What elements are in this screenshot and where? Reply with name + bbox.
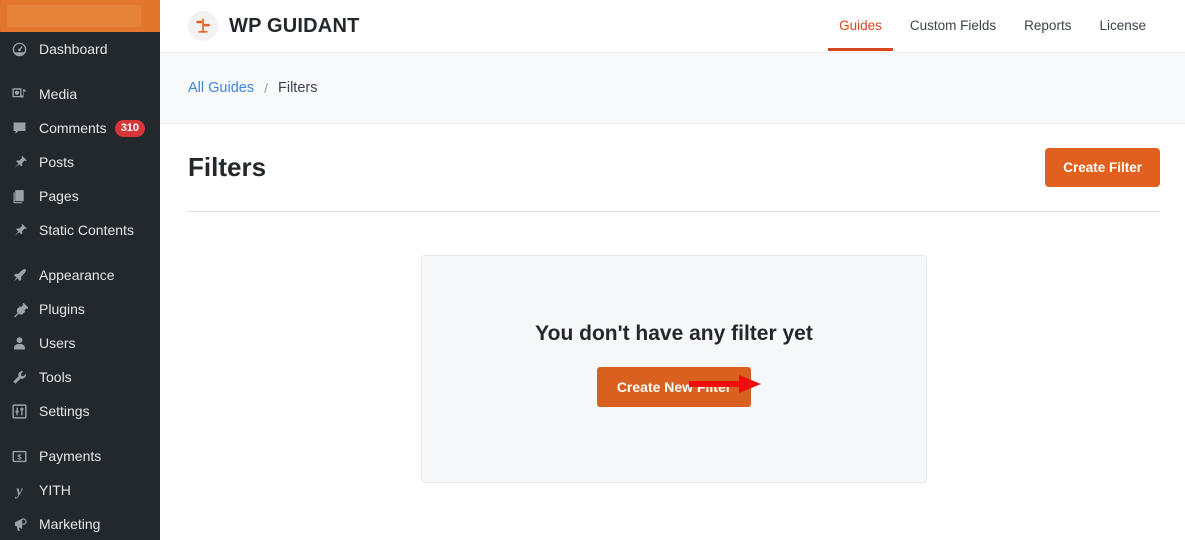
create-filter-button[interactable]: Create Filter bbox=[1045, 148, 1160, 187]
user-icon bbox=[8, 333, 30, 353]
pages-icon bbox=[8, 186, 30, 206]
tab-custom-fields[interactable]: Custom Fields bbox=[896, 0, 1010, 52]
plug-icon bbox=[8, 299, 30, 319]
sliders-icon bbox=[8, 401, 30, 421]
sidebar-item-label: Marketing bbox=[39, 516, 101, 532]
sidebar-item-static-contents[interactable]: Static Contents bbox=[0, 213, 160, 247]
breadcrumb-link-all-guides[interactable]: All Guides bbox=[188, 80, 254, 96]
sidebar-item-label: Payments bbox=[39, 448, 102, 464]
sidebar-item-users[interactable]: Users bbox=[0, 326, 160, 360]
sidebar-item-label: Posts bbox=[39, 154, 75, 170]
svg-text:$: $ bbox=[17, 452, 22, 461]
sidebar-item-plugins[interactable]: Plugins bbox=[0, 292, 160, 326]
pushpin-icon bbox=[8, 220, 30, 240]
breadcrumb-separator: / bbox=[264, 80, 268, 96]
sidebar-item-media[interactable]: Media bbox=[0, 77, 160, 111]
dollar-box-icon: $ bbox=[8, 446, 30, 466]
comment-bubble-icon bbox=[8, 118, 30, 138]
sidebar-item-tools[interactable]: Tools bbox=[0, 360, 160, 394]
sidebar-item-label: YITH bbox=[39, 482, 71, 498]
breadcrumb: All Guides / Filters bbox=[160, 52, 1185, 124]
app-root: Dashboard Media Comments 310 Posts Pages… bbox=[0, 0, 1185, 540]
tab-guides[interactable]: Guides bbox=[825, 0, 896, 52]
admin-bar-inner-block bbox=[7, 5, 141, 27]
brand-name: WP GUIDANT bbox=[229, 14, 360, 37]
tab-label: License bbox=[1099, 18, 1146, 33]
menu-separator bbox=[0, 66, 160, 77]
admin-bar[interactable] bbox=[0, 0, 160, 32]
menu-separator bbox=[0, 247, 160, 258]
sidebar-item-label: Dashboard bbox=[39, 41, 108, 57]
sidebar-item-label: Static Contents bbox=[39, 222, 134, 238]
sidebar-item-yith[interactable]: y YITH bbox=[0, 473, 160, 507]
sidebar-item-marketing[interactable]: Marketing bbox=[0, 507, 160, 540]
tab-label: Guides bbox=[839, 18, 882, 33]
sidebar-item-label: Pages bbox=[39, 188, 79, 204]
megaphone-icon bbox=[8, 514, 30, 534]
brand: WP GUIDANT bbox=[188, 11, 360, 41]
sidebar-item-dashboard[interactable]: Dashboard bbox=[0, 32, 160, 66]
tab-reports[interactable]: Reports bbox=[1010, 0, 1085, 52]
empty-state-wrapper: You don't have any filter yet Create New… bbox=[188, 212, 1160, 483]
sidebar-item-label: Settings bbox=[39, 403, 90, 419]
main-content: WP GUIDANT Guides Custom Fields Reports … bbox=[160, 0, 1185, 540]
plugin-header: WP GUIDANT Guides Custom Fields Reports … bbox=[160, 0, 1185, 52]
sidebar-item-label: Users bbox=[39, 335, 76, 351]
paintbrush-icon bbox=[8, 265, 30, 285]
sidebar-item-label: Comments bbox=[39, 120, 107, 136]
page-title: Filters bbox=[188, 152, 267, 182]
empty-state-message: You don't have any filter yet bbox=[535, 322, 813, 345]
wrench-icon bbox=[8, 367, 30, 387]
signpost-icon bbox=[188, 11, 218, 41]
empty-state-card: You don't have any filter yet Create New… bbox=[421, 255, 927, 483]
pushpin-icon bbox=[8, 152, 30, 172]
admin-menu-list: Dashboard Media Comments 310 Posts Pages… bbox=[0, 32, 160, 540]
menu-separator bbox=[0, 428, 160, 439]
sidebar-item-label: Tools bbox=[39, 369, 72, 385]
tab-license[interactable]: License bbox=[1085, 0, 1160, 52]
sidebar-item-payments[interactable]: $ Payments bbox=[0, 439, 160, 473]
sidebar-item-label: Media bbox=[39, 86, 78, 102]
wp-admin-sidebar: Dashboard Media Comments 310 Posts Pages… bbox=[0, 0, 160, 540]
sidebar-item-pages[interactable]: Pages bbox=[0, 179, 160, 213]
tab-label: Reports bbox=[1024, 18, 1072, 33]
dashboard-gauge-icon bbox=[8, 39, 30, 59]
sidebar-item-label: Appearance bbox=[39, 267, 115, 283]
page-body: Filters Create Filter You don't have any… bbox=[160, 124, 1185, 483]
top-nav: Guides Custom Fields Reports License bbox=[825, 0, 1160, 52]
sidebar-item-label: Plugins bbox=[39, 301, 85, 317]
yith-y-icon: y bbox=[8, 480, 30, 500]
media-photo-icon bbox=[8, 84, 30, 104]
page-header-row: Filters Create Filter bbox=[188, 124, 1160, 212]
breadcrumb-current: Filters bbox=[277, 80, 318, 96]
sidebar-item-settings[interactable]: Settings bbox=[0, 394, 160, 428]
tab-label: Custom Fields bbox=[909, 18, 997, 33]
comments-count-badge: 310 bbox=[114, 119, 146, 137]
svg-text:y: y bbox=[14, 483, 23, 498]
sidebar-item-posts[interactable]: Posts bbox=[0, 145, 160, 179]
create-new-filter-button[interactable]: Create New Filter bbox=[596, 367, 752, 407]
sidebar-item-appearance[interactable]: Appearance bbox=[0, 258, 160, 292]
sidebar-item-comments[interactable]: Comments 310 bbox=[0, 111, 160, 145]
